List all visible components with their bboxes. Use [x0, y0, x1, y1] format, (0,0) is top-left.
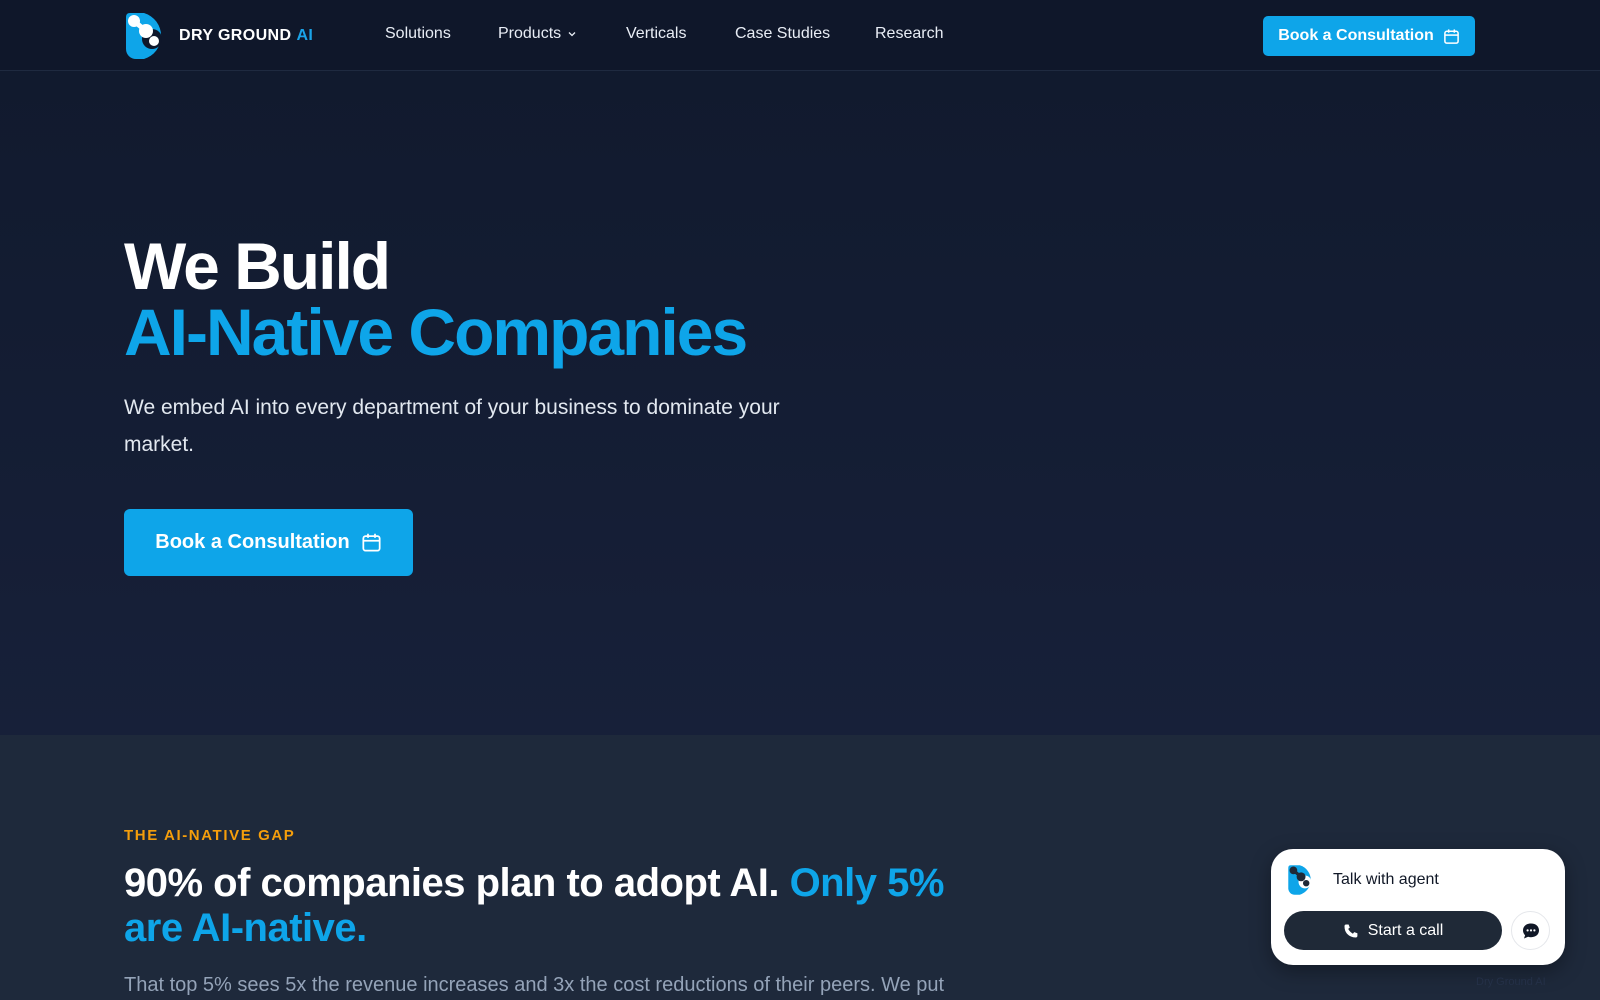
agent-widget-label: Talk with agent [1333, 871, 1439, 888]
start-call-button[interactable]: Start a call [1284, 911, 1502, 950]
nav-link-label: Solutions [385, 25, 451, 42]
calendar-icon [1443, 28, 1459, 44]
hero-title-line-1: We Build [124, 229, 391, 303]
section-body: That top 5% sees 5x the revenue increase… [124, 974, 945, 996]
nav-link-case-studies[interactable]: Case Studies [735, 25, 830, 43]
nav-link-verticals[interactable]: Verticals [626, 25, 686, 43]
nav-link-products[interactable]: Products [498, 25, 577, 43]
nav-link-label: Verticals [626, 25, 687, 42]
agent-widget-header: Talk with agent [1287, 864, 1439, 896]
hero-subtitle: We embed AI into every department of you… [124, 396, 780, 456]
phone-icon [1344, 924, 1358, 937]
section-eyebrow: THE AI-NATIVE GAP [124, 827, 296, 844]
nav-link-research[interactable]: Research [875, 25, 943, 43]
hero-title-line-2: AI-Native Companies [124, 295, 748, 369]
logo-mark-icon [126, 13, 162, 59]
button-label: Start a call [1367, 921, 1444, 939]
agent-avatar-icon [1288, 865, 1312, 895]
button-label: Book a Consultation [1278, 27, 1434, 44]
brand-logo[interactable]: DRY GROUND AI [124, 11, 313, 61]
nav-link-label: Case Studies [735, 25, 831, 42]
nav-link-label: Products [498, 25, 562, 42]
chevron-down-icon [568, 32, 576, 37]
section-title: 90% of companies plan to adopt AI. Only … [124, 861, 984, 951]
hero-section: We Build AI-Native Companies We embed AI… [0, 71, 1600, 735]
calendar-icon [362, 533, 381, 552]
widget-watermark: Dry Ground AI [1476, 976, 1546, 988]
nav-link-solutions[interactable]: Solutions [385, 25, 451, 43]
section-title-main: 90% of companies plan to adopt AI. [124, 861, 779, 905]
agent-widget: Talk with agent Start a call [1271, 849, 1565, 965]
open-chat-button[interactable] [1511, 911, 1550, 950]
button-label: Book a Consultation [155, 531, 350, 553]
hero-title: We Build AI-Native Companies [124, 229, 748, 369]
logo-text: DRY GROUND AI [179, 27, 314, 44]
top-nav: DRY GROUND AI Solutions Products Vertical… [0, 0, 1600, 71]
nav-link-label: Research [875, 25, 944, 42]
chat-bubble-icon [1522, 923, 1539, 938]
hero-book-consultation-button[interactable]: Book a Consultation [124, 509, 413, 576]
nav-book-consultation-button[interactable]: Book a Consultation [1263, 16, 1475, 56]
